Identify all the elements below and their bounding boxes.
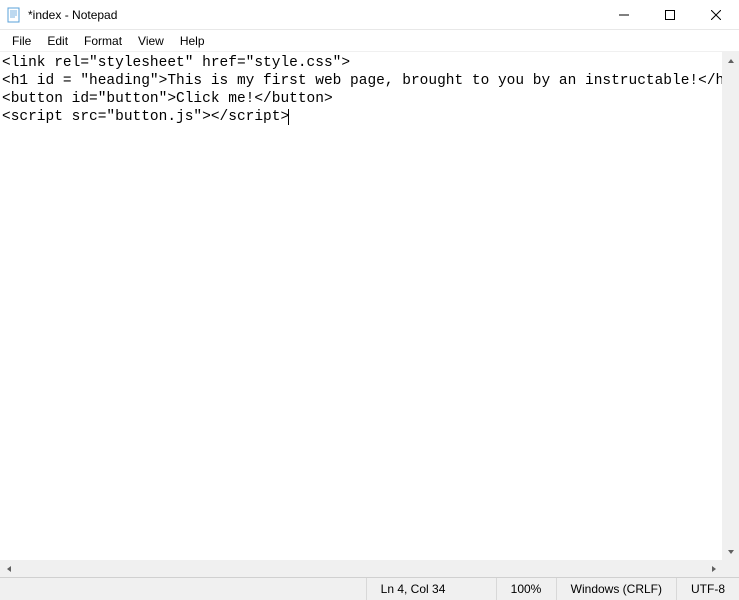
menu-edit[interactable]: Edit <box>39 32 76 50</box>
titlebar: *index - Notepad <box>0 0 739 30</box>
status-zoom: 100% <box>496 578 556 600</box>
statusbar: Ln 4, Col 34 100% Windows (CRLF) UTF-8 <box>0 577 739 600</box>
editor-area: <link rel="stylesheet" href="style.css">… <box>0 52 739 560</box>
window-controls <box>601 0 739 30</box>
scroll-track[interactable] <box>722 69 739 543</box>
minimize-button[interactable] <box>601 0 647 30</box>
status-encoding: UTF-8 <box>676 578 739 600</box>
editor-line: <link rel="stylesheet" href="style.css"> <box>2 55 350 71</box>
menu-help[interactable]: Help <box>172 32 213 50</box>
horizontal-scrollbar[interactable] <box>0 560 722 577</box>
editor-line: <script src="button.js"></script> <box>2 109 289 125</box>
scroll-up-arrow[interactable] <box>722 52 739 69</box>
status-position: Ln 4, Col 34 <box>366 578 496 600</box>
text-cursor <box>288 109 289 125</box>
scroll-left-arrow[interactable] <box>0 560 17 577</box>
window-title: *index - Notepad <box>28 8 601 22</box>
maximize-button[interactable] <box>647 0 693 30</box>
notepad-icon <box>6 7 22 23</box>
scroll-corner <box>722 560 739 577</box>
menu-format[interactable]: Format <box>76 32 130 50</box>
menu-file[interactable]: File <box>4 32 39 50</box>
horizontal-scroll-row <box>0 560 739 577</box>
editor-line: <button id="button">Click me!</button> <box>2 91 333 107</box>
editor-line: <h1 id = "heading">This is my first web … <box>2 73 722 89</box>
text-editor[interactable]: <link rel="stylesheet" href="style.css">… <box>0 52 722 560</box>
status-line-ending: Windows (CRLF) <box>556 578 676 600</box>
scroll-down-arrow[interactable] <box>722 543 739 560</box>
menubar: File Edit Format View Help <box>0 30 739 52</box>
close-button[interactable] <box>693 0 739 30</box>
vertical-scrollbar[interactable] <box>722 52 739 560</box>
menu-view[interactable]: View <box>130 32 172 50</box>
scroll-track[interactable] <box>17 560 705 577</box>
scroll-right-arrow[interactable] <box>705 560 722 577</box>
